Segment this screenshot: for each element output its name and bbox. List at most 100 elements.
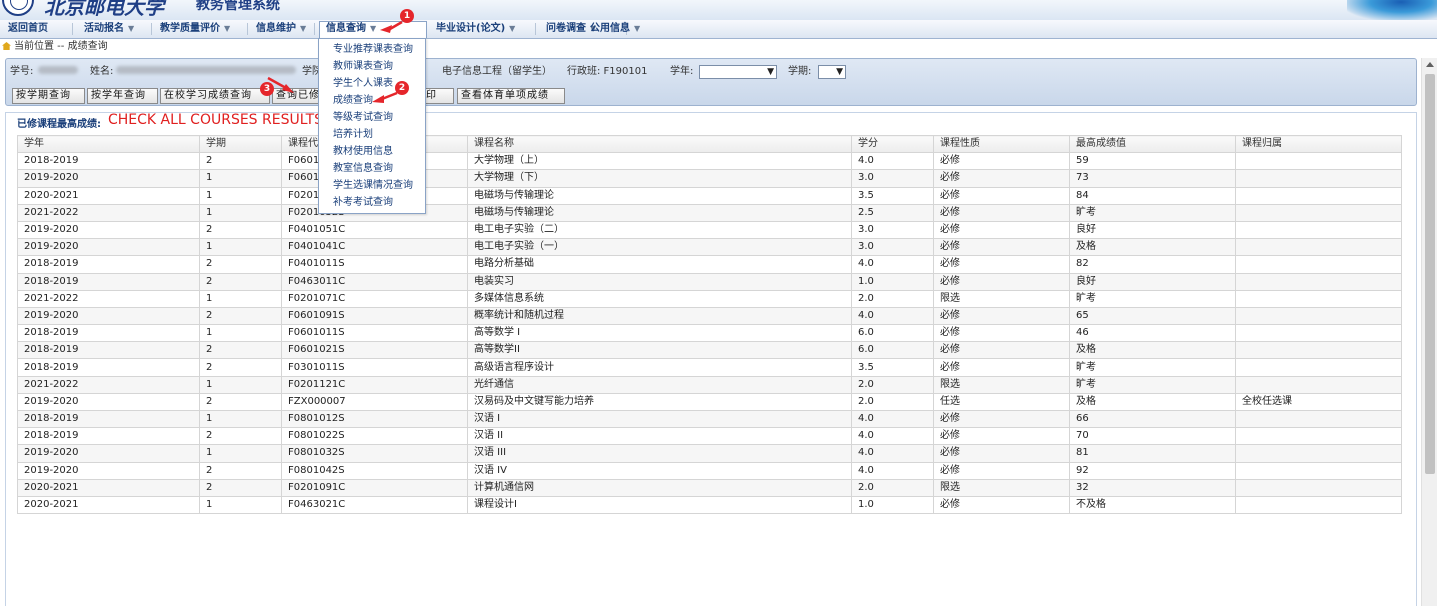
table-cell: 概率统计和随机过程: [467, 306, 852, 326]
university-logo: 北京邮电大学: [44, 0, 164, 19]
dropdown-item[interactable]: 学生选课情况查询: [333, 177, 413, 194]
column-header[interactable]: 课程归属: [1235, 134, 1402, 154]
menu-separator: [151, 23, 152, 35]
table-cell: 2018-2019: [17, 272, 200, 291]
dropdown-item[interactable]: 教室信息查询: [333, 160, 393, 177]
table-cell: 2.5: [851, 203, 934, 222]
table-cell: 3.0: [851, 220, 934, 240]
menu-graduation-thesis[interactable]: 毕业设计(论文) ▼: [430, 22, 521, 36]
table-cell: 2020-2021: [17, 478, 200, 497]
table-cell: 1: [199, 186, 282, 205]
menu-info-maintenance[interactable]: 信息维护 ▼: [250, 22, 312, 36]
table-cell: 66: [1069, 409, 1236, 429]
academic-year-select[interactable]: ▼: [699, 65, 777, 79]
table-cell: F0401011S: [281, 255, 468, 274]
print-button[interactable]: 印: [422, 88, 454, 104]
table-cell: 1: [199, 375, 282, 394]
dropdown-item[interactable]: 教师课表查询: [333, 58, 393, 75]
vertical-scrollbar[interactable]: [1421, 58, 1437, 606]
table-row: 2019-2020 2 F0801042S 汉语 IV 4.0 必修 92: [17, 461, 1402, 480]
table-cell: 2: [199, 358, 282, 377]
table-cell: 2: [199, 478, 282, 497]
table-cell: F0463011C: [281, 272, 468, 291]
table-cell: 4.0: [851, 461, 934, 480]
table-cell: 及格: [1069, 341, 1236, 360]
table-cell: 及格: [1069, 392, 1236, 412]
table-cell: [1235, 444, 1402, 463]
table-cell: 4.0: [851, 409, 934, 429]
table-row: 2018-2019 2 F0801022S 汉语 II 4.0 必修 70: [17, 427, 1402, 446]
menu-public-info[interactable]: 公用信息 ▼: [584, 22, 646, 36]
table-cell: 2.0: [851, 375, 934, 394]
dropdown-item[interactable]: 教材使用信息: [333, 143, 393, 160]
column-header[interactable]: 最高成绩值: [1069, 134, 1236, 154]
menu-survey-label: 问卷调查: [546, 23, 586, 34]
table-cell: 2: [199, 461, 282, 480]
table-cell: 81: [1069, 444, 1236, 463]
table-cell: [1235, 324, 1402, 343]
table-cell: 2019-2020: [17, 392, 200, 412]
query-school-results-button[interactable]: 在校学习成绩查询: [160, 88, 270, 104]
view-pe-results-button[interactable]: 查看体育单项成绩: [457, 88, 565, 104]
table-cell: 必修: [933, 203, 1070, 222]
menu-activity-label: 活动报名: [84, 23, 124, 34]
table-cell: 旷考: [1069, 358, 1236, 377]
menu-info-query[interactable]: 信息查询 ▼: [319, 21, 427, 38]
column-header[interactable]: 课程性质: [933, 134, 1070, 154]
table-cell: 良好: [1069, 272, 1236, 291]
table-row: 2018-2019 1 F0601011S 高等数学 I 6.0 必修 46: [17, 324, 1402, 343]
menu-teaching-evaluation[interactable]: 教学质量评价 ▼: [154, 22, 236, 36]
section-title: 已修课程最高成绩:: [17, 119, 101, 130]
table-cell: 大学物理（上）: [467, 152, 852, 171]
column-header[interactable]: 学分: [851, 134, 934, 154]
table-cell: 73: [1069, 169, 1236, 188]
table-cell: F0201071C: [281, 289, 468, 308]
table-cell: 必修: [933, 220, 1070, 240]
column-header[interactable]: 学期: [199, 134, 282, 154]
table-cell: 1: [199, 289, 282, 308]
table-cell: 任选: [933, 392, 1070, 412]
table-row: 2019-2020 2 FZX000007 汉易码及中文键写能力培养 2.0 任选 及格 全校…: [17, 392, 1402, 412]
student-id-label: 学号:: [10, 66, 34, 77]
dropdown-item[interactable]: 专业推荐课表查询: [333, 41, 413, 58]
dropdown-item[interactable]: 等级考试查询: [333, 109, 393, 126]
table-cell: 1: [199, 444, 282, 463]
dropdown-item[interactable]: 成绩查询: [333, 92, 373, 109]
table-cell: [1235, 358, 1402, 377]
table-cell: F0301011S: [281, 358, 468, 377]
table-cell: 必修: [933, 152, 1070, 171]
chevron-down-icon: ▼: [767, 67, 774, 77]
table-cell: 必修: [933, 358, 1070, 377]
menu-activity-signup[interactable]: 活动报名 ▼: [78, 22, 140, 36]
dropdown-item[interactable]: 培养计划: [333, 126, 373, 143]
scroll-up-icon[interactable]: [1426, 62, 1434, 67]
scroll-thumb[interactable]: [1425, 74, 1435, 474]
step-marker-2: 2: [395, 81, 409, 95]
main-menubar: 返回首页 活动报名 ▼ 教学质量评价 ▼ 信息维护 ▼ 信息查询 ▼ 毕业设计(论文) ▼…: [0, 20, 1437, 39]
annotation-text: CHECK ALL COURSES RESULTS: [108, 112, 324, 128]
table-cell: 84: [1069, 186, 1236, 205]
dropdown-item[interactable]: 补考考试查询: [333, 194, 393, 211]
query-panel: 学号: 姓名: 学院 电子信息工程（留学生） 行政班: F190101 学年: …: [5, 58, 1417, 106]
table-cell: [1235, 478, 1402, 497]
table-cell: 2019-2020: [17, 444, 200, 463]
table-cell: 电工电子实验（二）: [467, 220, 852, 240]
query-by-year-button[interactable]: 按学年查询: [87, 88, 158, 104]
column-header[interactable]: 课程名称: [467, 134, 852, 154]
chevron-down-icon: ▼: [836, 67, 843, 77]
university-seal-icon: [2, 0, 34, 16]
menu-home[interactable]: 返回首页: [2, 22, 54, 36]
term-select[interactable]: ▼: [818, 65, 846, 79]
table-row: 2018-2019 2 F0601021S 高等数学II 6.0 必修 及格: [17, 341, 1402, 360]
table-cell: 必修: [933, 444, 1070, 463]
column-header[interactable]: 学年: [17, 134, 200, 154]
menu-query-label: 信息查询: [326, 23, 366, 34]
table-cell: 必修: [933, 186, 1070, 205]
table-cell: F0801032S: [281, 444, 468, 463]
table-cell: F0801022S: [281, 427, 468, 446]
query-by-term-button[interactable]: 按学期查询: [12, 88, 85, 104]
table-cell: 92: [1069, 461, 1236, 480]
table-row: 2018-2019 2 F0401011S 电路分析基础 4.0 必修 82: [17, 255, 1402, 274]
table-cell: 高等数学 I: [467, 324, 852, 343]
dropdown-item[interactable]: 学生个人课表: [333, 75, 393, 92]
